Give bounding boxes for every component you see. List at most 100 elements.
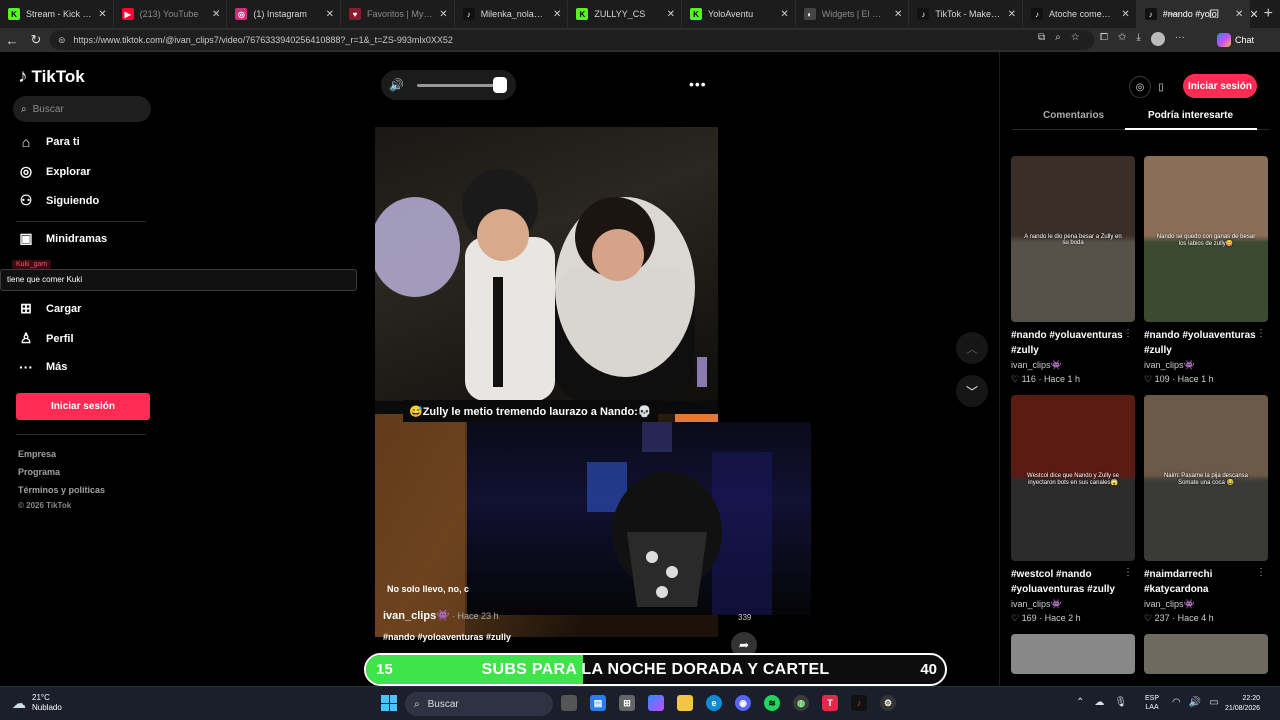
footer-link[interactable]: Términos y políticas: [18, 485, 105, 495]
search-input[interactable]: ⌕ Buscar: [13, 96, 151, 122]
browser-tab[interactable]: ♥ Favoritos | Myinsta ✕: [341, 0, 455, 28]
browser-tab[interactable]: ◎ (1) Instagram ✕: [227, 0, 342, 28]
tiktok-taskbar-icon[interactable]: ♪: [851, 695, 867, 711]
video-author[interactable]: ivan_clips👾: [383, 609, 450, 622]
tray-chevron-icon[interactable]: ⌃: [1076, 697, 1084, 708]
downloads-icon[interactable]: ⤓: [1136, 32, 1140, 46]
tiktok-logo[interactable]: ♪ TikTok: [18, 66, 85, 88]
login-button[interactable]: Iniciar sesión: [16, 393, 150, 420]
previous-video-button[interactable]: ︿: [956, 332, 988, 364]
favorites-icon[interactable]: ✩: [1118, 32, 1126, 46]
profile-avatar-icon[interactable]: [1150, 32, 1165, 46]
back-icon[interactable]: ←: [0, 28, 24, 52]
card-menu-icon[interactable]: ⋮: [1123, 328, 1133, 339]
file-explorer-icon[interactable]: ▤: [590, 695, 606, 711]
tab-close-icon[interactable]: ✕: [439, 9, 447, 20]
open-app-icon[interactable]: ⧉: [1038, 32, 1045, 43]
browser-tab[interactable]: ♪ TikTok - Make Your ✕: [909, 0, 1024, 28]
recommended-card[interactable]: A nando le dio pena besar a Zully en su …: [1011, 156, 1135, 385]
sidebar-item-profile[interactable]: ♙ Perfil: [18, 330, 74, 347]
browser-tab[interactable]: ▶ (213) YouTube ✕: [114, 0, 228, 28]
sidebar-item-home[interactable]: ⌂ Para ti: [18, 134, 80, 150]
tab-close-icon[interactable]: ✕: [326, 9, 334, 20]
device-icon[interactable]: ▯: [1150, 76, 1172, 98]
minimize-icon[interactable]: —: [1154, 0, 1194, 28]
task-view-icon[interactable]: [561, 695, 577, 711]
card-author[interactable]: ivan_clips👾: [1144, 599, 1268, 610]
browser-tab[interactable]: ♪ Milenka_nolasco ✕: [455, 0, 569, 28]
panel-login-button[interactable]: Iniciar sesión: [1183, 74, 1257, 98]
volume-control[interactable]: 🔊: [381, 70, 516, 100]
language-indicator[interactable]: ESP LAA: [1145, 694, 1159, 712]
copilot-chat-button[interactable]: Chat: [1217, 33, 1254, 47]
tab-close-icon[interactable]: ✕: [667, 9, 675, 20]
tab-close-icon[interactable]: ✕: [780, 9, 788, 20]
spotify-icon[interactable]: ≋: [764, 695, 780, 711]
close-window-icon[interactable]: ✕: [1234, 0, 1274, 28]
browser-tab[interactable]: K Stream - Kick Dash ✕: [0, 0, 114, 28]
browser-menu-icon[interactable]: ···: [1175, 32, 1185, 46]
tab-close-icon[interactable]: ✕: [553, 9, 561, 20]
speaker-icon[interactable]: 🔊: [389, 78, 407, 92]
recommended-card[interactable]: Westcol dice que Nando y Zully se inyect…: [1011, 395, 1135, 624]
quick-settings[interactable]: ◠ 🔊 ▭: [1172, 697, 1219, 708]
tab-title: ZULLYY_CS: [594, 9, 646, 19]
discord-icon[interactable]: ◉: [735, 695, 751, 711]
taskbar-clock[interactable]: 22:20 21/08/2026: [1225, 694, 1260, 714]
tab-close-icon[interactable]: ✕: [894, 9, 902, 20]
sidebar-item-minidramas[interactable]: ▣ Minidramas: [18, 230, 107, 247]
extensions-icon[interactable]: ⧠: [1100, 32, 1108, 46]
sidebar-item-following[interactable]: ⚇ Siguiendo: [18, 192, 99, 209]
tab-close-icon[interactable]: ✕: [1008, 9, 1016, 20]
maximize-icon[interactable]: ❐: [1194, 0, 1234, 28]
network-app-icon[interactable]: ☁: [1094, 697, 1104, 708]
taskbar-search[interactable]: ⌕ Buscar: [405, 692, 553, 716]
video-thumbnail: Naim: Pasame la pija descansa Somate una…: [1144, 395, 1268, 561]
volume-slider[interactable]: [417, 76, 507, 93]
tab-close-icon[interactable]: ✕: [212, 9, 220, 20]
card-author[interactable]: ivan_clips👾: [1011, 599, 1135, 610]
footer-link[interactable]: Empresa: [18, 449, 56, 459]
card-author[interactable]: ivan_clips👾: [1011, 360, 1135, 371]
sidebar-item-upload[interactable]: ⊞ Cargar: [18, 300, 81, 317]
browser-tab[interactable]: ♪ Atoche comenta la ✕: [1023, 0, 1137, 28]
browser-tab[interactable]: K YoloAventu ✕: [682, 0, 796, 28]
recommended-card-partial[interactable]: [1144, 634, 1268, 674]
url-bar[interactable]: ⊜ https://www.tiktok.com/@ivan_clips7/vi…: [50, 30, 1094, 50]
card-menu-icon[interactable]: ⋮: [1256, 328, 1266, 339]
next-video-button[interactable]: ﹀: [956, 375, 988, 407]
edge-icon[interactable]: e: [706, 695, 722, 711]
start-button[interactable]: [381, 695, 397, 711]
card-author[interactable]: ivan_clips👾: [1144, 360, 1268, 371]
more-options-icon[interactable]: •••: [689, 76, 707, 92]
reload-icon[interactable]: ↻: [24, 28, 48, 52]
recommended-card[interactable]: Naim: Pasame la pija descansa Somate una…: [1144, 395, 1268, 624]
app-icon[interactable]: ◍: [793, 695, 809, 711]
activity-icon[interactable]: ◎: [1129, 76, 1151, 98]
card-menu-icon[interactable]: ⋮: [1123, 567, 1133, 578]
volume-knob[interactable]: [492, 76, 507, 93]
folder-icon[interactable]: [677, 695, 693, 711]
copilot-icon[interactable]: [648, 695, 664, 711]
zoom-icon[interactable]: ⌕: [1055, 32, 1061, 43]
card-menu-icon[interactable]: ⋮: [1256, 567, 1266, 578]
weather-widget[interactable]: ☁ 21°C Nublado: [12, 693, 62, 713]
footer-link[interactable]: Programa: [18, 467, 60, 477]
video-hashtags[interactable]: #nando #yoloaventuras #zully: [383, 632, 511, 642]
browser-tab[interactable]: K ZULLYY_CS ✕: [568, 0, 683, 28]
tab-close-icon[interactable]: ✕: [1121, 9, 1129, 20]
site-info-icon[interactable]: ⊜: [58, 35, 66, 46]
tab-comments[interactable]: Comentarios: [1043, 110, 1104, 121]
app-icon-red[interactable]: T: [822, 695, 838, 711]
sidebar-item-compass[interactable]: ◎ Explorar: [18, 163, 91, 180]
browser-tab[interactable]: ◐ Widgets | El mejor ✕: [796, 0, 910, 28]
settings-icon[interactable]: ⚙: [880, 695, 896, 711]
sidebar-item-more[interactable]: ··· Más: [18, 359, 67, 375]
store-icon[interactable]: ⊞: [619, 695, 635, 711]
recommended-card[interactable]: Nando se quedo con ganas de besar los la…: [1144, 156, 1268, 385]
tab-close-icon[interactable]: ✕: [98, 9, 106, 20]
recommended-card-partial[interactable]: [1011, 634, 1135, 674]
microphone-icon[interactable]: 🎙: [1114, 697, 1127, 708]
tab-recommended[interactable]: Podría interesarte: [1148, 110, 1233, 121]
favorite-star-icon[interactable]: ☆: [1071, 32, 1080, 43]
